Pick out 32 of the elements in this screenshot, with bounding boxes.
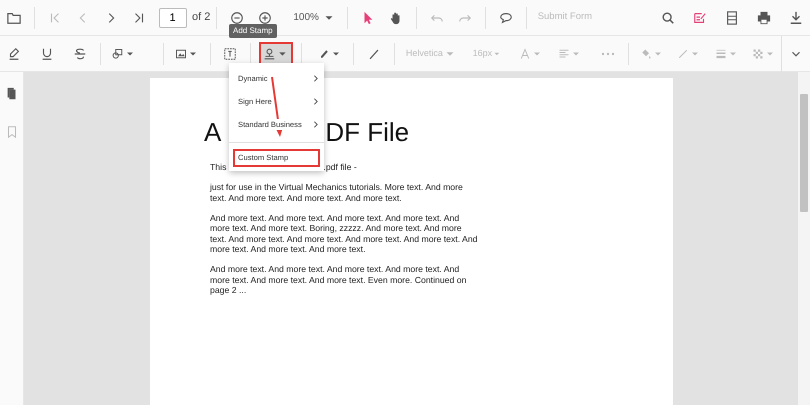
paragraph-text: just for use in the Virtual Mechanics tutorials. More text. And more text. And more text. And more text. And more text. — [210, 182, 464, 204]
page-heading: A — [204, 117, 222, 148]
scrollbar-thumb[interactable] — [800, 94, 808, 212]
text-box-icon — [223, 46, 238, 60]
page-count: of 2 — [192, 10, 210, 26]
zoom-in-icon — [258, 10, 272, 24]
highlighter-icon — [7, 46, 21, 60]
search-icon — [661, 10, 675, 24]
paragraph-text: This — [210, 162, 226, 172]
stamp-button[interactable] — [259, 42, 294, 66]
speech-bubble-icon — [498, 10, 513, 24]
zoom-out-icon — [230, 10, 244, 24]
tooltip: Add Stamp — [229, 24, 277, 38]
form-icon — [725, 10, 739, 24]
paragraph-text: .pdf file - — [323, 162, 357, 172]
paragraph-text: And more text. And more text. And more text. And more text. And more text. And more text. Boring, zzzzz. And more text. And more text. And more text. And more text. And more text. And more text. And more text. And more text. And more text. — [210, 213, 479, 254]
page-number-field[interactable]: 1 — [158, 8, 186, 28]
paint-bucket-icon — [640, 46, 652, 60]
folder-icon — [7, 10, 21, 24]
strikethrough-icon — [73, 46, 88, 60]
printer-icon — [757, 10, 771, 24]
paragraph-text: And more text. And more text. And more text. And more text. And more text. And more text. And more text. Even more. Continued on page 2 ... — [210, 264, 468, 296]
pages-icon — [4, 87, 18, 101]
underline-icon — [40, 46, 54, 60]
font-color-icon — [518, 46, 531, 60]
page-heading: DF File — [325, 117, 410, 148]
form-edit-icon — [693, 10, 707, 24]
shapes-icon — [112, 46, 124, 60]
download-icon — [789, 10, 803, 24]
stamp-icon — [263, 46, 276, 60]
checker-icon — [752, 46, 764, 60]
zoom-dropdown[interactable]: 100% — [290, 6, 339, 30]
